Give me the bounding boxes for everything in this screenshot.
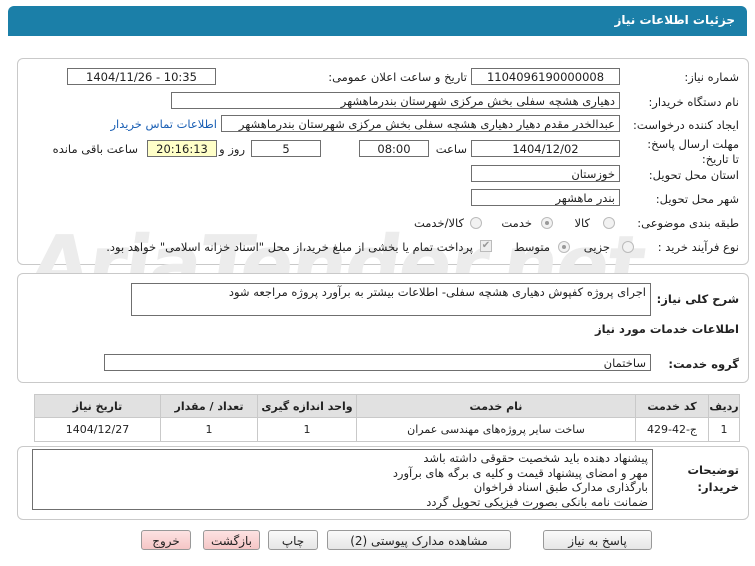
treasury-note: پرداخت تمام یا بخشی از مبلغ خرید،از محل … — [106, 240, 473, 254]
cell-service-name: ساخت سایر پروژه‌های مهندسی عمران — [356, 417, 636, 442]
cell-unit: 1 — [257, 417, 357, 442]
category-option-service: خدمت — [501, 216, 532, 230]
days-label: روز و — [219, 142, 245, 156]
description-field: اجرای پروژه کفپوش دهیاری هشچه سفلی- اطلا… — [131, 283, 651, 316]
cell-quantity: 1 — [160, 417, 258, 442]
need-number-field: 1104096190000008 — [471, 68, 620, 85]
buyer-note-line: مهر و امضای پیشنهاد قیمت و کلیه ی برگه ه… — [392, 465, 648, 480]
city-field: بندر ماهشهر — [471, 189, 620, 206]
treasury-checkbox[interactable]: ✔ — [480, 240, 492, 252]
service-group-field: ساختمان — [104, 354, 651, 371]
remaining-label: ساعت باقی مانده — [52, 142, 138, 156]
process-option-medium: متوسط — [513, 240, 550, 254]
announce-label: تاریخ و ساعت اعلان عمومی: — [328, 70, 467, 84]
deadline-time-label: ساعت — [435, 142, 467, 156]
cell-service-code: ج-42-429 — [635, 417, 709, 442]
page-header: جزئیات اطلاعات نیاز — [8, 6, 747, 36]
reply-button[interactable]: پاسخ به نیاز — [543, 530, 652, 550]
cell-row-number: 1 — [708, 417, 740, 442]
buyer-notes-field: پیشنهاد دهنده باید شخصیت حقوقی داشته باش… — [32, 449, 653, 510]
deadline-time-field: 08:00 — [359, 140, 429, 157]
creator-field: عبدالخدر مقدم دهیار دهیاری هشچه سفلی بخش… — [221, 115, 620, 132]
table-row: 1 ج-42-429 ساخت سایر پروژه‌های مهندسی عم… — [34, 417, 740, 442]
cell-need-date: 1404/12/27 — [34, 417, 161, 442]
service-group-label: گروه خدمت: — [668, 357, 739, 371]
buyer-notes-label: توضیحات خریدار: — [687, 463, 740, 494]
province-field: خوزستان — [471, 165, 620, 182]
category-option-goods: کالا — [574, 216, 590, 230]
table-header-row: ردیف کد خدمت نام خدمت واحد اندازه گیری ت… — [34, 394, 740, 418]
days-field: 5 — [251, 140, 321, 157]
page-title: جزئیات اطلاعات نیاز — [614, 13, 735, 27]
col-service-name: نام خدمت — [356, 394, 636, 418]
buyer-contact-link[interactable]: اطلاعات تماس خریدار — [110, 117, 217, 131]
deadline-label: مهلت ارسال پاسخ: تا تاریخ: — [647, 137, 739, 166]
buyer-note-line: ضمانت نامه بانکی بصورت فیزیکی تحویل گردد — [426, 494, 648, 509]
services-title: اطلاعات خدمات مورد نیاز — [595, 322, 739, 336]
city-label: شهر محل تحویل: — [655, 192, 739, 206]
services-table: ردیف کد خدمت نام خدمت واحد اندازه گیری ت… — [34, 394, 740, 442]
print-button[interactable]: چاپ — [268, 530, 318, 550]
buyer-label: نام دستگاه خریدار: — [648, 95, 739, 109]
col-service-code: کد خدمت — [635, 394, 709, 418]
exit-button[interactable]: خروج — [141, 530, 191, 550]
category-radio-service[interactable] — [541, 217, 553, 229]
buyer-field: دهیاری هشچه سفلی بخش مرکزی شهرستان بندرم… — [171, 92, 620, 109]
process-radio-minor[interactable] — [622, 241, 634, 253]
process-radio-medium[interactable] — [558, 241, 570, 253]
process-option-minor: جزیی — [583, 240, 610, 254]
announce-field: 1404/11/26 - 10:35 — [67, 68, 216, 85]
remaining-time-field: 20:16:13 — [147, 140, 217, 157]
creator-label: ایجاد کننده درخواست: — [633, 118, 739, 132]
back-button[interactable]: بازگشت — [203, 530, 260, 550]
category-option-both: کالا/خدمت — [413, 216, 464, 230]
deadline-date-field: 1404/12/02 — [471, 140, 620, 157]
description-label: شرح کلی نیاز: — [656, 292, 739, 306]
attachments-button[interactable]: مشاهده مدارک پیوستی (2) — [327, 530, 511, 550]
category-radio-goods[interactable] — [603, 217, 615, 229]
province-label: استان محل تحویل: — [648, 168, 739, 182]
buyer-note-line: بارگذاری مدارک طبق اسناد فراخوان — [473, 480, 648, 494]
col-unit: واحد اندازه گیری — [257, 394, 357, 418]
category-radio-both[interactable] — [470, 217, 482, 229]
col-need-date: تاریخ نیاز — [34, 394, 161, 418]
buyer-note-line: پیشنهاد دهنده باید شخصیت حقوقی داشته باش… — [423, 451, 648, 465]
category-label: طبقه بندی موضوعی: — [637, 216, 739, 230]
need-number-label: شماره نیاز: — [684, 70, 739, 84]
col-row-number: ردیف — [708, 394, 740, 418]
process-label: نوع فرآیند خرید : — [657, 240, 739, 254]
col-quantity: تعداد / مقدار — [160, 394, 258, 418]
